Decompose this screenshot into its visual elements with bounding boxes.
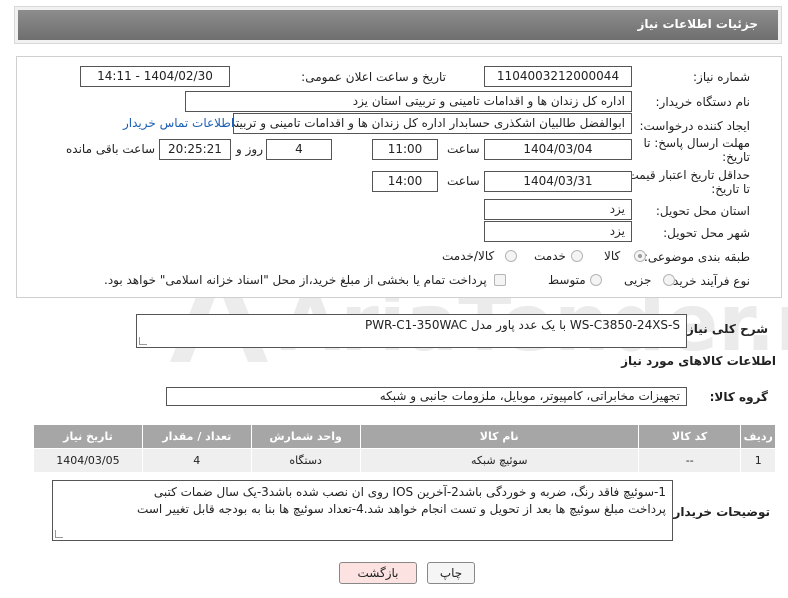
buyer-org-label: نام دستگاه خریدار: xyxy=(655,95,751,109)
purchase-option-medium: متوسط xyxy=(548,273,586,287)
buyer-org-field: اداره کل زندان ها و اقدامات تامینی و ترب… xyxy=(185,91,632,112)
reply-deadline-label-2: تاریخ: xyxy=(722,150,750,164)
purchase-option-minor: جزیی xyxy=(624,273,652,287)
category-radio-goods[interactable] xyxy=(634,250,646,262)
category-option-goods-service: کالا/خدمت xyxy=(442,249,495,263)
buyer-notes-label: توضیحات خریدار: xyxy=(668,505,770,519)
cell-quantity: 4 xyxy=(141,448,252,473)
price-time-field: 14:00 xyxy=(372,171,438,192)
purchase-radio-medium[interactable] xyxy=(590,274,602,286)
reply-time-field: 11:00 xyxy=(372,139,438,160)
city-label: شهر محل تحویل: xyxy=(663,226,750,240)
buyer-notes-line-1: 1-سوئیچ فاقد رنگ، ضربه و خوردگی باشد2-آخ… xyxy=(153,485,666,499)
buyer-notes-field: 1-سوئیچ فاقد رنگ، ضربه و خوردگی باشد2-آخ… xyxy=(52,480,673,541)
price-deadline-label: حداقل تاریخ اعتبار قیمت: xyxy=(623,168,750,182)
remaining-time-field: 20:25:21 xyxy=(159,139,231,160)
table-row: 1 -- سوئیچ شبکه دستگاه 4 1404/03/05 xyxy=(33,448,776,473)
reply-deadline-label: مهلت ارسال پاسخ: تا xyxy=(643,136,750,150)
category-option-service: خدمت xyxy=(534,249,566,263)
category-radio-goods-service[interactable] xyxy=(505,250,517,262)
reply-date-field: 1404/03/04 xyxy=(484,139,632,160)
need-number-field: 1104003212000044 xyxy=(484,66,632,87)
category-option-goods: کالا xyxy=(604,249,621,263)
page-header: جزئیات اطلاعات نیاز xyxy=(14,6,782,44)
goods-table: ردیف کد کالا نام کالا واحد شمارش تعداد /… xyxy=(33,424,776,473)
cell-unit: دستگاه xyxy=(250,448,361,473)
category-label: طبقه بندی موضوعی: xyxy=(643,250,750,264)
requester-label: ایجاد کننده درخواست: xyxy=(639,119,750,133)
print-button[interactable]: چاپ xyxy=(427,562,475,584)
remaining-label: ساعت باقی مانده xyxy=(66,142,156,156)
province-field: یزد xyxy=(484,199,632,220)
announce-date-label: تاریخ و ساعت اعلان عمومی: xyxy=(301,70,446,84)
col-quantity: تعداد / مقدار xyxy=(141,424,252,449)
resize-handle-icon[interactable] xyxy=(55,530,63,538)
col-need-date: تاریخ نیاز xyxy=(33,424,143,449)
goods-group-label: گروه کالا: xyxy=(709,390,768,404)
category-radio-service[interactable] xyxy=(571,250,583,262)
goods-section-title: اطلاعات کالاهای مورد نیاز xyxy=(621,354,776,368)
purchase-radio-minor[interactable] xyxy=(663,274,675,286)
col-row-number: ردیف xyxy=(740,424,776,449)
requester-field: ابوالفضل طالبیان اشکذری حسابدار اداره کل… xyxy=(233,113,632,134)
province-label: استان محل تحویل: xyxy=(655,204,750,218)
reply-time-label: ساعت xyxy=(447,142,480,156)
cell-need-date: 1404/03/05 xyxy=(33,448,143,473)
cell-row-number: 1 xyxy=(740,448,776,473)
description-label: شرح کلی نیاز: xyxy=(682,322,768,336)
header-bar: جزئیات اطلاعات نیاز xyxy=(18,10,778,40)
col-item-code: کد کالا xyxy=(637,424,742,449)
purchase-type-label: نوع فرآیند خرید : xyxy=(665,274,750,288)
col-unit: واحد شمارش xyxy=(250,424,361,449)
description-field: WS-C3850-24XS-S با یک عدد پاور مدل PWR-C… xyxy=(136,314,687,348)
goods-group-field: تجهیزات مخابراتی، کامپیوتر، موبایل، ملزو… xyxy=(166,387,687,406)
need-number-label: شماره نیاز: xyxy=(693,70,750,84)
buyer-notes-line-2: پرداخت مبلغ سوئیچ ها بعد از تحویل و تست … xyxy=(137,502,666,516)
buyer-contact-link[interactable]: اطلاعات تماس خریدار xyxy=(123,116,234,130)
cell-item-code: -- xyxy=(637,448,742,473)
description-text: WS-C3850-24XS-S با یک عدد پاور مدل PWR-C… xyxy=(364,318,680,332)
price-time-label: ساعت xyxy=(447,174,480,188)
treasury-payment-note: پرداخت تمام یا بخشی از مبلغ خرید،از محل … xyxy=(104,273,487,287)
col-item-name: نام کالا xyxy=(359,424,639,449)
treasury-payment-checkbox[interactable] xyxy=(494,274,506,286)
goods-table-header: ردیف کد کالا نام کالا واحد شمارش تعداد /… xyxy=(33,424,776,449)
page-title: جزئیات اطلاعات نیاز xyxy=(637,17,758,31)
announce-date-field: 1404/02/30 - 14:11 xyxy=(80,66,230,87)
cell-item-name: سوئیچ شبکه xyxy=(359,448,639,473)
back-button[interactable]: بازگشت xyxy=(339,562,417,584)
remaining-days-field: 4 xyxy=(266,139,332,160)
price-deadline-label-2: تا تاریخ: xyxy=(711,182,750,196)
city-field: یزد xyxy=(484,221,632,242)
days-label: روز و xyxy=(236,142,263,156)
resize-handle-icon[interactable] xyxy=(139,337,147,345)
price-date-field: 1404/03/31 xyxy=(484,171,632,192)
